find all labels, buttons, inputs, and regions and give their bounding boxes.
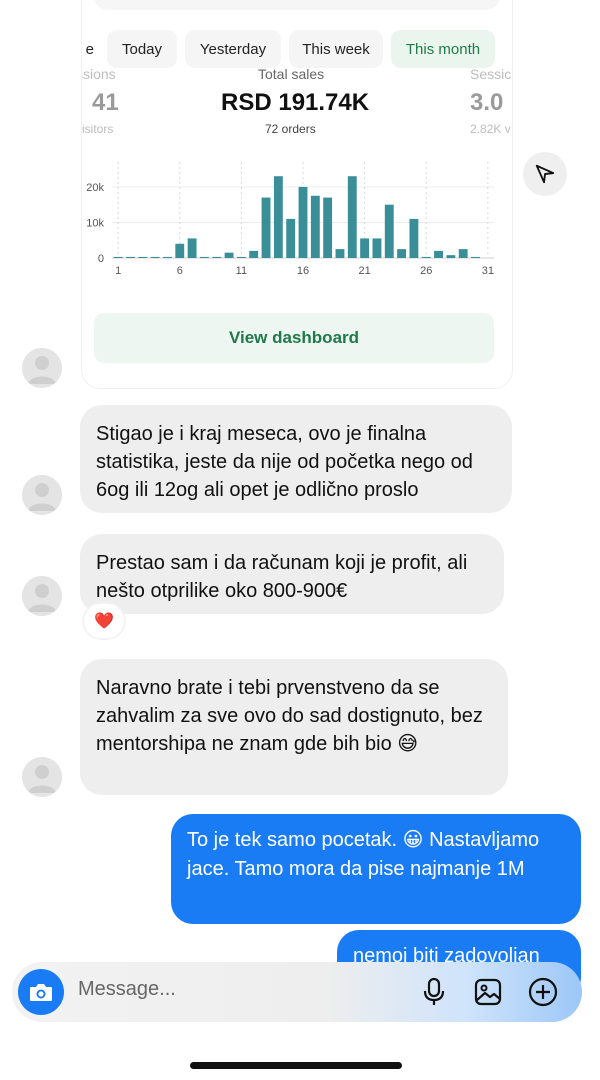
chart-bar xyxy=(421,256,431,258)
y-tick-label: 0 xyxy=(98,253,104,265)
chart-bar xyxy=(199,256,209,258)
x-tick-label: 21 xyxy=(358,265,370,277)
chart-bar xyxy=(163,256,172,258)
stat-right-sub: 2.82K v xyxy=(470,122,511,136)
chart-bar xyxy=(434,250,443,258)
chart-bar xyxy=(286,218,296,258)
message-composer: Message... xyxy=(12,962,582,1022)
gallery-icon xyxy=(474,978,502,1006)
chart-bar xyxy=(471,256,480,258)
tab-partial[interactable]: e xyxy=(82,30,94,68)
add-button[interactable] xyxy=(527,976,559,1008)
chart-bar xyxy=(224,252,234,258)
stat-left-label: ssions xyxy=(82,66,116,82)
x-tick-label: 31 xyxy=(482,265,494,277)
message-bubble-incoming[interactable]: Naravno brate i tebi prvenstveno da se z… xyxy=(80,659,508,795)
chart-bar xyxy=(212,256,222,258)
heart-icon: ❤️ xyxy=(94,613,114,630)
y-tick-label: 10k xyxy=(86,217,104,229)
sales-chart: 0 10k 20k 1 6 11 16 21 26 31 xyxy=(82,156,512,280)
chart-bar xyxy=(150,256,160,258)
x-tick-label: 16 xyxy=(297,265,309,277)
chart-bar xyxy=(458,249,468,258)
tab-yesterday[interactable]: Yesterday xyxy=(185,30,281,68)
period-tabs: e Today Yesterday This week This month xyxy=(82,30,512,68)
chart-bar xyxy=(397,249,407,258)
tab-today[interactable]: Today xyxy=(107,30,177,68)
chart-bar xyxy=(446,255,456,258)
chart-bar xyxy=(261,197,271,258)
chart-bar xyxy=(113,256,123,258)
chart-bar xyxy=(310,195,320,258)
reaction-heart[interactable]: ❤️ xyxy=(84,604,124,638)
avatar-icon xyxy=(22,757,62,797)
chart-bar xyxy=(335,249,345,258)
y-tick-label: 20k xyxy=(86,182,104,194)
chart-bar xyxy=(323,197,333,258)
camera-icon xyxy=(30,984,52,1001)
x-tick-label: 26 xyxy=(420,265,432,277)
x-tick-label: 6 xyxy=(177,265,183,277)
share-button[interactable] xyxy=(523,152,567,196)
chart-bar xyxy=(236,256,246,258)
add-icon xyxy=(528,977,558,1007)
x-tick-label: 1 xyxy=(115,265,121,277)
shared-analytics-card[interactable]: e Today Yesterday This week This month s… xyxy=(82,0,512,388)
view-dashboard-button[interactable]: View dashboard xyxy=(94,313,494,363)
chart-bar xyxy=(372,238,382,258)
microphone-button[interactable] xyxy=(418,976,450,1008)
chart-bar xyxy=(273,176,283,258)
chart-bar xyxy=(187,238,197,258)
chart-bar xyxy=(175,243,185,258)
chart-bar xyxy=(249,250,259,258)
stat-center-sub: 72 orders xyxy=(265,122,316,136)
avatar[interactable] xyxy=(22,475,62,515)
tab-this-week[interactable]: This week xyxy=(289,30,383,68)
chart-bar xyxy=(138,256,148,258)
message-bubble-incoming[interactable]: Stigao je i kraj meseca, ovo je finalna … xyxy=(80,405,512,513)
stat-left-value: 41 xyxy=(92,89,119,116)
avatar-icon xyxy=(22,576,62,616)
chart-bar xyxy=(384,204,394,258)
message-input[interactable]: Message... xyxy=(78,978,176,1001)
microphone-icon xyxy=(423,977,445,1005)
gallery-button[interactable] xyxy=(472,976,504,1008)
home-indicator xyxy=(190,1062,402,1069)
chart-bar xyxy=(347,176,357,258)
message-bubble-incoming[interactable]: Prestao sam i da računam koji je profit,… xyxy=(80,534,504,614)
chart-bar xyxy=(126,256,135,258)
avatar[interactable] xyxy=(22,757,62,797)
chart-bar xyxy=(298,186,308,258)
camera-button[interactable] xyxy=(18,969,64,1015)
share-icon xyxy=(535,164,555,184)
card-top-strip xyxy=(94,0,500,10)
avatar[interactable] xyxy=(22,348,62,388)
stat-center-value: RSD 191.74K xyxy=(221,89,370,116)
avatar-icon xyxy=(22,475,62,515)
chart-bar xyxy=(360,238,370,258)
stat-right-label: Sessic xyxy=(470,66,512,82)
stats-row: ssions 41 visitors Total sales RSD 191.7… xyxy=(82,66,512,138)
x-tick-label: 11 xyxy=(236,265,247,277)
stat-center-label: Total sales xyxy=(258,66,325,82)
message-bubble-outgoing[interactable]: To je tek samo pocetak. 😀 Nastavljamo ja… xyxy=(171,814,581,924)
stat-right-value: 3.0 xyxy=(470,89,504,116)
tab-this-month[interactable]: This month xyxy=(391,30,495,68)
sales-bar-chart: 010k20k1 6 11 16 21 26 31 xyxy=(86,162,494,277)
avatar[interactable] xyxy=(22,576,62,616)
stat-left-sub: visitors xyxy=(82,122,114,136)
chart-bar xyxy=(409,218,419,258)
avatar-icon xyxy=(22,348,62,388)
